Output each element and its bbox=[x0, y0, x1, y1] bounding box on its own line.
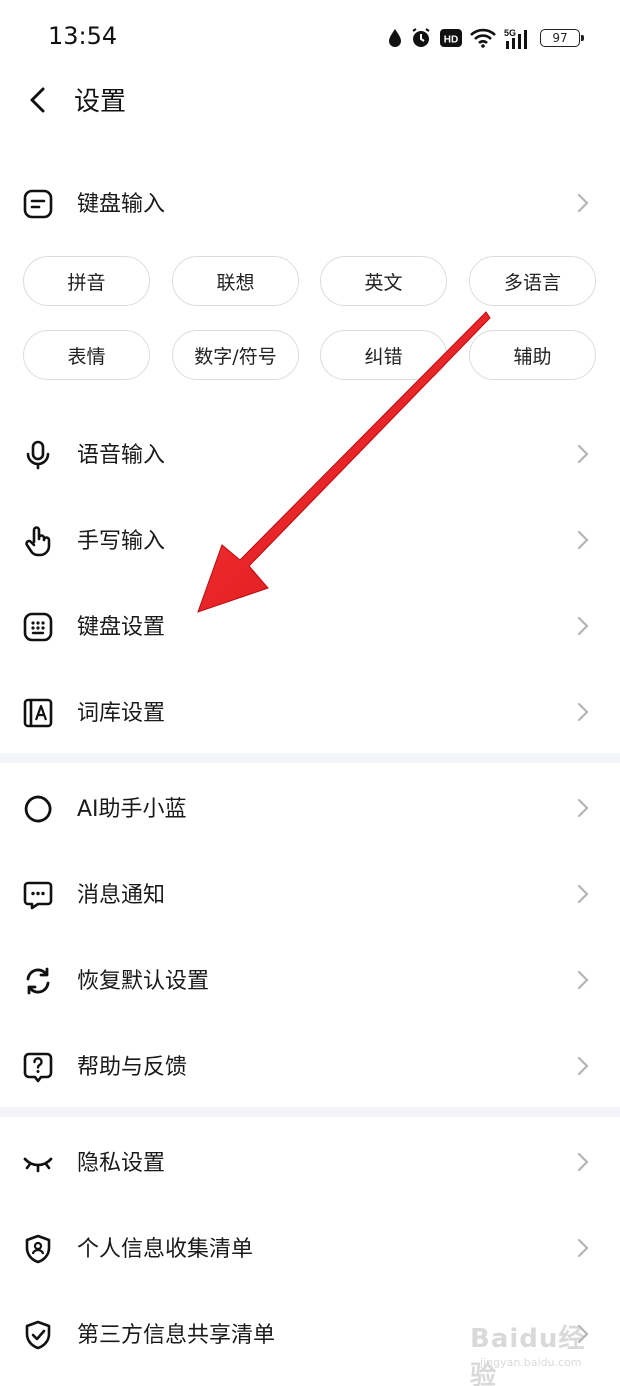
settings-row-label: 隐私设置 bbox=[77, 1151, 166, 1176]
settings-row-keyboard-settings[interactable]: 键盘设置 bbox=[0, 593, 620, 657]
header: 设置 bbox=[0, 76, 620, 126]
chevron-right-icon bbox=[577, 616, 589, 636]
shield-check-icon bbox=[25, 1320, 51, 1350]
status-time: 13:54 bbox=[48, 22, 118, 50]
hand-pointer-icon bbox=[25, 526, 51, 557]
keyboard-icon bbox=[23, 612, 53, 642]
chevron-right-icon bbox=[577, 530, 589, 550]
chip-error-correction[interactable]: 纠错 bbox=[320, 330, 447, 380]
settings-row-ai-assistant[interactable]: AI助手小蓝 bbox=[0, 775, 620, 839]
settings-row-label: 个人信息收集清单 bbox=[77, 1237, 254, 1262]
back-arrow-icon bbox=[30, 87, 45, 113]
chip-multilingual[interactable]: 多语言 bbox=[469, 256, 596, 306]
chip-assist[interactable]: 辅助 bbox=[469, 330, 596, 380]
alarm-icon bbox=[412, 28, 430, 47]
settings-row-label: 手写输入 bbox=[77, 529, 166, 554]
watermark-brand: Baidu经验 bbox=[470, 1324, 586, 1386]
page-title: 设置 bbox=[74, 87, 127, 117]
watermark-url: jingyan.baidu.com bbox=[480, 1356, 582, 1369]
help-icon bbox=[23, 1052, 53, 1083]
shield-user-icon bbox=[25, 1234, 51, 1264]
settings-row-voice-input[interactable]: 语音输入 bbox=[0, 421, 620, 485]
battery-indicator: 97 bbox=[540, 29, 584, 47]
baidu-jingyan-watermark: Baidu经验 jingyan.baidu.com bbox=[470, 1318, 590, 1386]
settings-row-handwriting-input[interactable]: 手写输入 bbox=[0, 507, 620, 571]
settings-row-label: 词库设置 bbox=[77, 701, 166, 726]
chevron-right-icon bbox=[577, 1152, 589, 1172]
chip-association[interactable]: 联想 bbox=[172, 256, 299, 306]
ai-assistant-icon bbox=[24, 795, 52, 823]
chip-emoji[interactable]: 表情 bbox=[23, 330, 150, 380]
cellular-5g-icon: 5G bbox=[504, 28, 527, 49]
settings-row-label: 恢复默认设置 bbox=[77, 969, 210, 994]
settings-row-dictionary-settings[interactable]: 词库设置 bbox=[0, 679, 620, 743]
chip-numbers-symbols[interactable]: 数字/符号 bbox=[172, 330, 299, 380]
settings-row-personal-info-list[interactable]: 个人信息收集清单 bbox=[0, 1215, 620, 1279]
settings-row-label: 消息通知 bbox=[77, 883, 166, 908]
settings-row-keyboard-input[interactable]: 键盘输入 bbox=[0, 170, 620, 234]
chip-pinyin[interactable]: 拼音 bbox=[23, 256, 150, 306]
dictionary-icon bbox=[23, 698, 53, 728]
refresh-icon bbox=[26, 967, 50, 995]
settings-row-help-feedback[interactable]: 帮助与反馈 bbox=[0, 1033, 620, 1097]
chevron-right-icon bbox=[577, 702, 589, 722]
keyboard-input-icon bbox=[23, 189, 53, 219]
chevron-right-icon bbox=[577, 970, 589, 990]
microphone-icon bbox=[26, 440, 50, 470]
settings-row-label: 键盘设置 bbox=[77, 615, 166, 640]
chip-english[interactable]: 英文 bbox=[320, 256, 447, 306]
water-drop-icon bbox=[389, 29, 401, 47]
status-icons: HD 5G 97 bbox=[388, 24, 584, 52]
settings-row-privacy[interactable]: 隐私设置 bbox=[0, 1129, 620, 1193]
settings-row-label: AI助手小蓝 bbox=[77, 797, 187, 822]
chevron-right-icon bbox=[577, 1056, 589, 1076]
battery-level: 97 bbox=[552, 31, 568, 45]
closed-eye-icon bbox=[23, 1157, 53, 1173]
settings-row-label: 帮助与反馈 bbox=[77, 1055, 188, 1080]
back-button[interactable] bbox=[22, 82, 58, 118]
settings-row-label: 键盘输入 bbox=[77, 192, 166, 217]
settings-row-label: 语音输入 bbox=[77, 443, 166, 468]
section-divider bbox=[0, 753, 620, 763]
chevron-right-icon bbox=[577, 798, 589, 818]
message-icon bbox=[23, 881, 53, 910]
svg-text:HD: HD bbox=[444, 35, 458, 46]
settings-row-restore-defaults[interactable]: 恢复默认设置 bbox=[0, 947, 620, 1011]
hd-icon: HD bbox=[440, 29, 462, 47]
chevron-right-icon bbox=[577, 193, 589, 213]
chevron-right-icon bbox=[577, 1238, 589, 1258]
settings-row-label: 第三方信息共享清单 bbox=[77, 1323, 276, 1348]
section-divider bbox=[0, 1107, 620, 1117]
wifi-icon bbox=[470, 28, 496, 48]
chevron-right-icon bbox=[577, 444, 589, 464]
chevron-right-icon bbox=[577, 884, 589, 904]
svg-text:5G: 5G bbox=[504, 28, 516, 38]
settings-row-message-notification[interactable]: 消息通知 bbox=[0, 861, 620, 925]
status-bar: 13:54 HD 5G 97 bbox=[0, 0, 620, 76]
